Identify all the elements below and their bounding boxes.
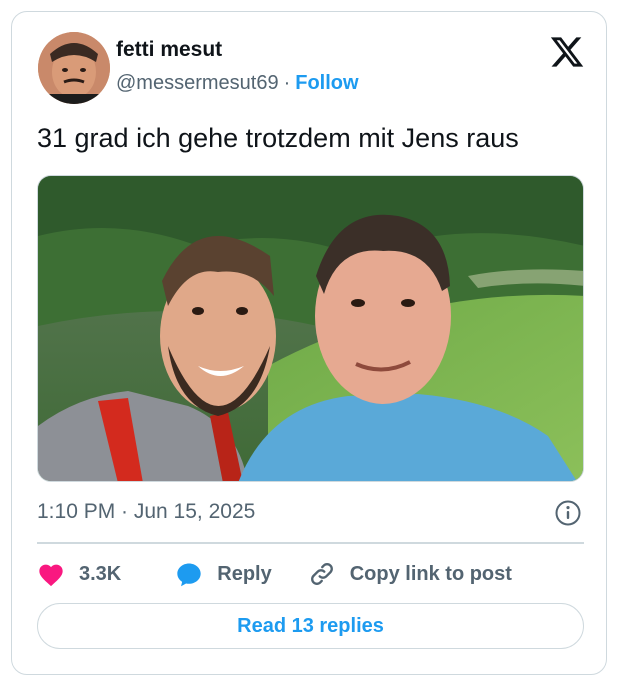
tweet-embed-card: fetti mesut @messermesut69 · Follow 31 gra…	[11, 11, 607, 675]
link-icon	[310, 563, 333, 585]
info-icon[interactable]	[554, 499, 582, 527]
copy-link-button[interactable]: Copy link to post	[308, 560, 512, 588]
reply-button[interactable]: Reply	[175, 561, 272, 587]
tweet-photo[interactable]	[37, 175, 584, 482]
heart-icon	[39, 564, 63, 587]
action-bar: 3.3K Reply Copy link to post	[37, 556, 512, 592]
x-logo-icon[interactable]	[549, 34, 585, 70]
avatar[interactable]	[38, 32, 110, 104]
copy-link-label: Copy link to post	[349, 562, 512, 585]
separator-dot: ·	[283, 72, 291, 94]
author-handle[interactable]: @messermesut69	[116, 72, 279, 94]
author-handle-line: @messermesut69 · Follow	[116, 72, 359, 95]
read-replies-button[interactable]: Read 13 replies	[37, 603, 584, 649]
tweet-text: 31 grad ich gehe trotzdem mit Jens raus	[37, 123, 519, 153]
follow-button[interactable]: Follow	[295, 72, 358, 94]
tweet-timestamp[interactable]: 1:10 PM · Jun 15, 2025	[37, 500, 255, 524]
author-display-name[interactable]: fetti mesut	[116, 38, 222, 62]
reply-label: Reply	[217, 562, 272, 585]
like-count: 3.3K	[79, 562, 122, 585]
divider	[37, 542, 584, 544]
reply-bubble-icon	[177, 563, 201, 587]
like-button[interactable]: 3.3K	[37, 561, 121, 587]
